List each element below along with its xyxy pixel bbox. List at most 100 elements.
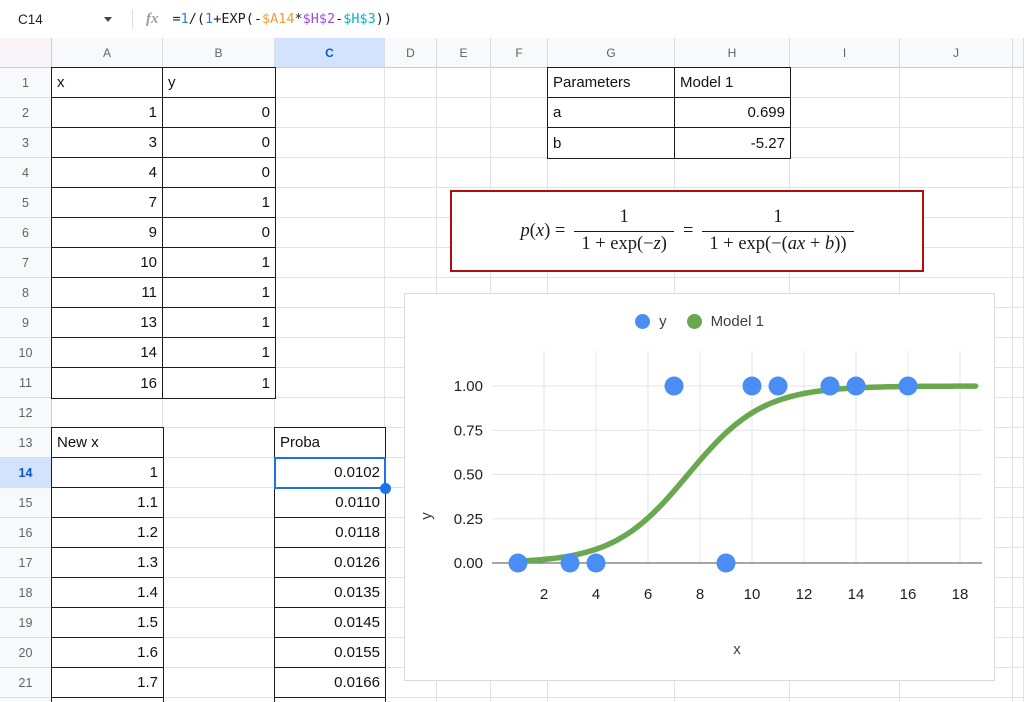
cell-B4[interactable]: 0: [163, 158, 275, 188]
column-header-A[interactable]: A: [52, 38, 163, 68]
cell-B7[interactable]: 1: [163, 248, 275, 278]
cell-C22[interactable]: 0.0178: [275, 698, 385, 702]
formula-bar-divider: [132, 9, 133, 29]
row-header-20[interactable]: 20: [0, 638, 52, 668]
column-header-B[interactable]: B: [163, 38, 275, 68]
row-header-11[interactable]: 11: [0, 368, 52, 398]
cell-B10[interactable]: 1: [163, 338, 275, 368]
column-header-E[interactable]: E: [437, 38, 491, 68]
formula-token: =: [173, 11, 181, 27]
equation-text: ) =: [544, 221, 565, 241]
column-header-D[interactable]: D: [385, 38, 437, 68]
cell-A16[interactable]: 1.2: [52, 518, 163, 548]
cell-C13[interactable]: Proba: [275, 428, 385, 458]
cell-C16[interactable]: 0.0118: [275, 518, 385, 548]
cell-C17[interactable]: 0.0126: [275, 548, 385, 578]
cell-B1[interactable]: y: [163, 68, 275, 98]
cell-A3[interactable]: 3: [52, 128, 163, 158]
cell-A7[interactable]: 10: [52, 248, 163, 278]
row-header-4[interactable]: 4: [0, 158, 52, 188]
fill-handle[interactable]: [380, 483, 391, 494]
row-header-18[interactable]: 18: [0, 578, 52, 608]
scatter-point: [743, 377, 762, 396]
cell-A5[interactable]: 7: [52, 188, 163, 218]
cell-C21[interactable]: 0.0166: [275, 668, 385, 698]
column-header-I[interactable]: I: [790, 38, 900, 68]
cell-C20[interactable]: 0.0155: [275, 638, 385, 668]
row-header-5[interactable]: 5: [0, 188, 52, 218]
scatter-point: [821, 377, 840, 396]
cell-B6[interactable]: 0: [163, 218, 275, 248]
cell-A22[interactable]: 1.8: [52, 698, 163, 702]
cell-G2[interactable]: a: [548, 98, 675, 128]
cell-B3[interactable]: 0: [163, 128, 275, 158]
row-header-13[interactable]: 13: [0, 428, 52, 458]
row-header-15[interactable]: 15: [0, 488, 52, 518]
svg-text:12: 12: [796, 586, 813, 603]
cell-B11[interactable]: 1: [163, 368, 275, 398]
scatter-point: [717, 554, 736, 573]
column-header-H[interactable]: H: [675, 38, 790, 68]
row-header-6[interactable]: 6: [0, 218, 52, 248]
cell-C19[interactable]: 0.0145: [275, 608, 385, 638]
row-header-19[interactable]: 19: [0, 608, 52, 638]
cell-A2[interactable]: 1: [52, 98, 163, 128]
cell-G3[interactable]: b: [548, 128, 675, 158]
cell-A19[interactable]: 1.5: [52, 608, 163, 638]
cell-G1[interactable]: Parameters: [548, 68, 675, 98]
table-proba: Proba0.01020.01100.01180.01260.01350.014…: [274, 427, 386, 702]
row-header-21[interactable]: 21: [0, 668, 52, 698]
cell-A4[interactable]: 4: [52, 158, 163, 188]
cell-B8[interactable]: 1: [163, 278, 275, 308]
cell-A15[interactable]: 1.1: [52, 488, 163, 518]
row-header-9[interactable]: 9: [0, 308, 52, 338]
row-header-22[interactable]: 22: [0, 698, 52, 702]
column-header-F[interactable]: F: [491, 38, 548, 68]
cell-A9[interactable]: 13: [52, 308, 163, 338]
equation-image[interactable]: p(x) = 11 + exp(−z)=11 + exp(−(ax + b)): [450, 190, 924, 272]
column-header-G[interactable]: G: [548, 38, 675, 68]
cell-A17[interactable]: 1.3: [52, 548, 163, 578]
spreadsheet-grid[interactable]: ABCDEFGHIJ123456789101112131415161718192…: [0, 38, 1024, 702]
row-header-14[interactable]: 14: [0, 458, 52, 488]
cell-C14[interactable]: 0.0102: [275, 458, 385, 488]
formula-token: )): [376, 11, 392, 27]
cell-A21[interactable]: 1.7: [52, 668, 163, 698]
cell-H2[interactable]: 0.699: [675, 98, 790, 128]
cell-B9[interactable]: 1: [163, 308, 275, 338]
formula-bar: C14 fx =1/(1+EXP(-$A14*$H$2-$H$3)): [0, 0, 1024, 39]
formula-input[interactable]: =1/(1+EXP(-$A14*$H$2-$H$3)): [173, 11, 393, 27]
cell-A14[interactable]: 1: [52, 458, 163, 488]
cell-B5[interactable]: 1: [163, 188, 275, 218]
row-header-2[interactable]: 2: [0, 98, 52, 128]
cell-A13[interactable]: New x: [52, 428, 163, 458]
column-header-J[interactable]: J: [900, 38, 1013, 68]
column-header-C[interactable]: C: [275, 38, 385, 68]
chart[interactable]: yModel 1 0.000.250.500.751.0024681012141…: [404, 293, 995, 681]
formula-token: /(: [189, 11, 205, 27]
row-header-1[interactable]: 1: [0, 68, 52, 98]
row-header-17[interactable]: 17: [0, 548, 52, 578]
cell-A8[interactable]: 11: [52, 278, 163, 308]
cell-C15[interactable]: 0.0110: [275, 488, 385, 518]
row-header-16[interactable]: 16: [0, 518, 52, 548]
cell-A10[interactable]: 14: [52, 338, 163, 368]
cell-A20[interactable]: 1.6: [52, 638, 163, 668]
cell-A6[interactable]: 9: [52, 218, 163, 248]
name-box-dropdown-icon[interactable]: [104, 17, 112, 22]
row-header-12[interactable]: 12: [0, 398, 52, 428]
column-header-extra[interactable]: [1013, 38, 1024, 68]
cell-H3[interactable]: -5.27: [675, 128, 790, 158]
cell-B2[interactable]: 0: [163, 98, 275, 128]
cell-C18[interactable]: 0.0135: [275, 578, 385, 608]
row-header-10[interactable]: 10: [0, 338, 52, 368]
row-header-7[interactable]: 7: [0, 248, 52, 278]
select-all-corner[interactable]: [0, 38, 52, 68]
cell-name-box[interactable]: C14: [0, 0, 132, 38]
row-header-8[interactable]: 8: [0, 278, 52, 308]
row-header-3[interactable]: 3: [0, 128, 52, 158]
cell-A18[interactable]: 1.4: [52, 578, 163, 608]
cell-A11[interactable]: 16: [52, 368, 163, 398]
cell-A1[interactable]: x: [52, 68, 163, 98]
cell-H1[interactable]: Model 1: [675, 68, 790, 98]
